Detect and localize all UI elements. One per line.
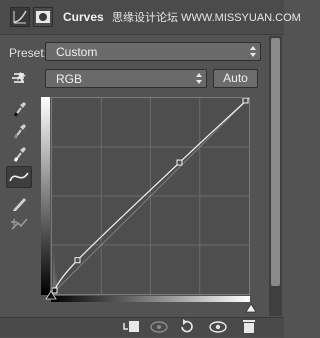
channel-dropdown[interactable]: RGB (45, 69, 207, 88)
input-gradient-bar (51, 296, 250, 302)
black-point-slider[interactable] (45, 290, 57, 300)
curve-points-icon[interactable] (6, 166, 32, 188)
smooth-icon[interactable] (6, 214, 32, 236)
curve-graph[interactable] (51, 97, 250, 295)
black-point-eyedropper-icon[interactable] (6, 98, 32, 120)
panel-title: Curves (63, 10, 104, 24)
adjustment-layer-icon[interactable] (10, 7, 30, 27)
dropdown-arrows-icon (250, 46, 256, 57)
preset-label: Preset: (9, 46, 48, 60)
pencil-draw-icon[interactable] (6, 192, 32, 214)
clip-to-layer-icon[interactable] (121, 318, 143, 335)
reset-icon[interactable] (176, 318, 198, 335)
channel-value: RGB (56, 72, 83, 86)
preset-value: Custom (56, 45, 98, 59)
view-previous-icon[interactable] (148, 318, 170, 335)
preset-dropdown[interactable]: Custom (45, 42, 261, 61)
delete-icon[interactable] (238, 318, 260, 335)
watermark-text: 思缘设计论坛 WWW.MISSYUAN.COM (112, 12, 301, 24)
curve-canvas[interactable] (51, 97, 250, 295)
curve-control-point[interactable] (242, 97, 249, 104)
on-image-adjust-icon[interactable] (6, 68, 32, 90)
dropdown-arrows-icon (196, 73, 202, 84)
scrollbar-thumb[interactable] (271, 38, 280, 286)
white-point-eyedropper-icon[interactable] (6, 143, 32, 165)
output-gradient-bar (41, 97, 50, 295)
auto-button[interactable]: Auto (213, 69, 258, 88)
gray-point-eyedropper-icon[interactable] (6, 120, 32, 142)
visibility-eye-icon[interactable] (207, 318, 229, 335)
histogram (53, 248, 57, 291)
white-point-slider[interactable] (245, 303, 257, 313)
curve-control-point[interactable] (74, 257, 81, 264)
curve-control-point[interactable] (176, 159, 183, 166)
layer-mask-icon[interactable] (33, 7, 53, 27)
